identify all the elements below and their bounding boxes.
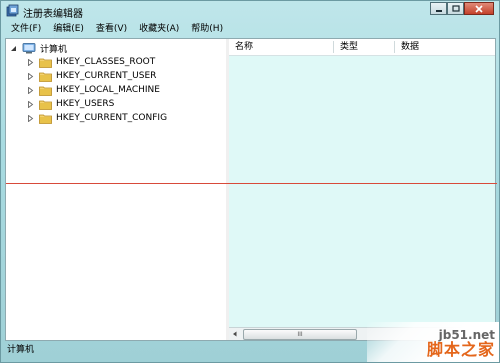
collapse-arrow-icon[interactable] [9, 44, 18, 53]
scroll-thumb[interactable]: III [243, 329, 357, 340]
expand-arrow-icon[interactable] [26, 114, 35, 123]
column-name[interactable]: 名称 [229, 39, 333, 55]
tree-item-label: HKEY_CURRENT_CONFIG [56, 113, 168, 123]
tree-item-label: HKEY_LOCAL_MACHINE [56, 85, 160, 95]
editor-panes: 计算机 HKEY_CLASSES_ROOT HKEY_CURRENT_USER … [5, 38, 497, 341]
folder-icon [39, 86, 52, 96]
window-controls [430, 2, 494, 17]
site-watermark: jb51.net 脚本之家 [367, 322, 499, 362]
registry-tree[interactable]: 计算机 HKEY_CLASSES_ROOT HKEY_CURRENT_USER … [6, 39, 227, 340]
annotation-red-line [6, 183, 497, 184]
list-column-header: 名称 类型 数据 [229, 39, 495, 56]
minimize-icon [435, 9, 442, 12]
tree-item-hkey-classes-root[interactable]: HKEY_CLASSES_ROOT [26, 55, 155, 69]
expand-arrow-icon[interactable] [26, 86, 35, 95]
menu-edit[interactable]: 编辑(E) [47, 22, 90, 37]
scroll-left-button[interactable] [229, 328, 241, 340]
maximize-button[interactable] [447, 2, 464, 15]
tree-root-label: 计算机 [40, 44, 68, 55]
menu-help[interactable]: 帮助(H) [185, 22, 229, 37]
registry-editor-window: 注册表编辑器 文件(F) 编辑(E) 查看(V) 收藏夹(A) 帮助(H) 计算… [0, 0, 500, 363]
menu-favorites[interactable]: 收藏夹(A) [133, 22, 185, 37]
tree-item-label: HKEY_USERS [56, 99, 115, 109]
tree-item-label: HKEY_CURRENT_USER [56, 71, 157, 81]
close-icon [475, 4, 483, 13]
folder-icon [39, 100, 52, 110]
folder-icon [39, 58, 52, 68]
tree-root-computer[interactable]: 计算机 [9, 41, 67, 55]
folder-icon [39, 114, 52, 124]
menu-view[interactable]: 查看(V) [90, 22, 133, 37]
folder-icon [39, 72, 52, 82]
column-data[interactable]: 数据 [395, 39, 495, 55]
title-bar[interactable]: 注册表编辑器 [1, 1, 499, 21]
column-type[interactable]: 类型 [334, 39, 394, 55]
tree-item-hkey-current-config[interactable]: HKEY_CURRENT_CONFIG [26, 111, 167, 125]
expand-arrow-icon[interactable] [26, 58, 35, 67]
watermark-name: 脚本之家 [426, 340, 495, 359]
maximize-icon [451, 5, 460, 12]
tree-item-hkey-users[interactable]: HKEY_USERS [26, 97, 114, 111]
minimize-button[interactable] [430, 2, 447, 15]
tree-item-hkey-local-machine[interactable]: HKEY_LOCAL_MACHINE [26, 83, 160, 97]
close-button[interactable] [464, 2, 494, 15]
expand-arrow-icon[interactable] [26, 72, 35, 81]
regedit-app-icon [6, 4, 19, 17]
scroll-left-icon [233, 331, 237, 337]
values-list[interactable]: 名称 类型 数据 III [229, 39, 495, 340]
menu-bar: 文件(F) 编辑(E) 查看(V) 收藏夹(A) 帮助(H) [5, 22, 495, 37]
window-title: 注册表编辑器 [23, 9, 83, 20]
menu-file[interactable]: 文件(F) [5, 22, 47, 37]
expand-arrow-icon[interactable] [26, 100, 35, 109]
tree-item-hkey-current-user[interactable]: HKEY_CURRENT_USER [26, 69, 156, 83]
tree-item-label: HKEY_CLASSES_ROOT [56, 57, 156, 67]
computer-icon [22, 42, 36, 53]
